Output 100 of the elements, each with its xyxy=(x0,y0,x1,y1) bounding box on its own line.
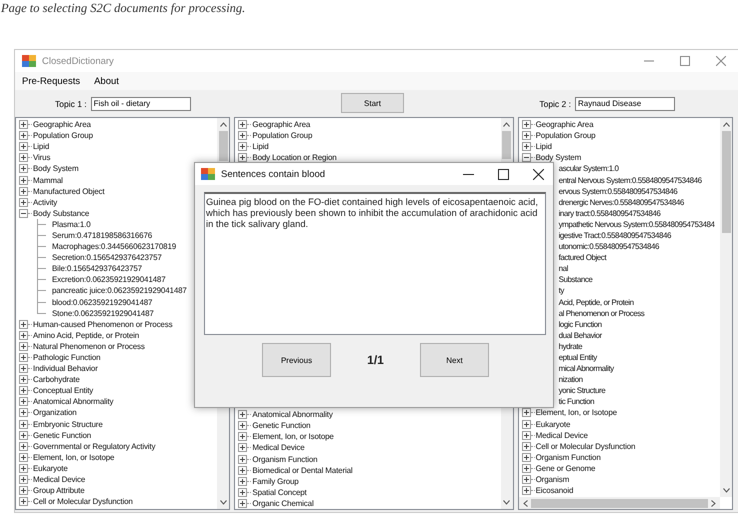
plus-box-icon[interactable] xyxy=(522,486,531,496)
plus-box-icon[interactable] xyxy=(238,454,248,464)
tree-item[interactable]: Medical Device xyxy=(251,442,305,454)
scroll-up-icon[interactable] xyxy=(722,122,730,127)
scroll-down-icon[interactable] xyxy=(503,500,510,505)
plus-box-icon[interactable] xyxy=(19,364,28,374)
tree-item[interactable]: Eicosanoid xyxy=(534,485,574,496)
plus-box-icon[interactable] xyxy=(19,442,28,451)
maximize-icon[interactable] xyxy=(498,168,509,180)
plus-box-icon[interactable] xyxy=(19,142,28,152)
plus-box-icon[interactable] xyxy=(19,330,28,340)
tree-item[interactable]: tic Function xyxy=(558,396,594,408)
tree-item[interactable]: dual Behavior xyxy=(558,330,602,341)
tree-item[interactable]: Group Attribute xyxy=(32,485,85,496)
tree-item[interactable]: Individual Behavior xyxy=(32,363,98,374)
tree-item[interactable]: ascular System:1.0 xyxy=(558,163,619,174)
tree-item[interactable]: Human-caused Phenomenon or Process xyxy=(32,318,172,330)
plus-box-icon[interactable] xyxy=(238,142,248,152)
input-field[interactable]: Raynaud Disease xyxy=(575,96,675,110)
plus-box-icon[interactable] xyxy=(19,131,28,140)
tree-item[interactable]: utonomic:0.5584809547534846 xyxy=(558,241,660,252)
plus-box-icon[interactable] xyxy=(19,386,28,396)
plus-box-icon[interactable] xyxy=(19,408,28,418)
plus-box-icon[interactable] xyxy=(19,464,28,473)
tree-item[interactable]: Element, Ion, or Isotope xyxy=(534,407,617,418)
tree-item[interactable]: Element, Ion, or Isotope xyxy=(251,431,334,442)
tree-item[interactable]: nization xyxy=(558,374,583,386)
tree-item[interactable]: mical Abnormality xyxy=(558,363,614,374)
plus-box-icon[interactable] xyxy=(19,486,28,496)
close-icon[interactable] xyxy=(533,168,544,180)
scroll-down-icon[interactable] xyxy=(220,500,227,505)
plus-box-icon[interactable] xyxy=(238,153,248,162)
tree-item[interactable]: Excretion:0.06235921929041487 xyxy=(51,274,166,286)
plus-box-icon[interactable] xyxy=(238,131,248,140)
scrollbar[interactable] xyxy=(518,497,720,509)
tree-item[interactable]: Amino Acid, Peptide, or Protein xyxy=(32,330,140,341)
tree-item[interactable]: Family Group xyxy=(251,476,299,487)
tree-item[interactable]: Anatomical Abnormality xyxy=(251,409,333,420)
tree-item[interactable]: Organism Function xyxy=(534,452,601,463)
plus-box-icon[interactable] xyxy=(522,452,531,462)
previous-button[interactable]: Previous xyxy=(262,343,331,377)
tree-item[interactable]: Biomedical or Dental Material xyxy=(251,464,353,476)
tree-item[interactable]: Bile:0.1565429376423757 xyxy=(51,263,142,274)
tree-item[interactable]: drenergic Nerves:0.5584809547534846 xyxy=(558,196,684,208)
tree-item[interactable]: Lipid xyxy=(32,141,50,152)
tree-item[interactable]: Geographic Area xyxy=(32,119,91,130)
tree-item[interactable]: Gene or Genome xyxy=(534,462,596,474)
plus-box-icon[interactable] xyxy=(522,475,531,484)
plus-box-icon[interactable] xyxy=(238,120,248,130)
scroll-up-icon[interactable] xyxy=(220,122,227,127)
tree-item[interactable]: igestive Tract:0.5584809547534846 xyxy=(558,230,671,241)
tree-item[interactable]: Body Location or Region xyxy=(251,152,337,164)
plus-box-icon[interactable] xyxy=(19,342,28,351)
plus-box-icon[interactable] xyxy=(19,452,28,462)
tree-item[interactable]: Body System xyxy=(32,163,78,174)
plus-box-icon[interactable] xyxy=(522,464,531,473)
tree-item[interactable]: Body Substance xyxy=(32,208,90,219)
tree-item[interactable]: eptual Entity xyxy=(558,352,597,364)
tree-item[interactable]: Anatomical Abnormality xyxy=(32,396,114,408)
plus-box-icon[interactable] xyxy=(19,420,28,429)
tree-item[interactable]: Population Group xyxy=(251,130,312,142)
tree-item[interactable]: logic Function xyxy=(558,318,602,330)
scrollbar-thumb[interactable] xyxy=(530,498,708,508)
plus-box-icon[interactable] xyxy=(522,420,531,429)
plus-box-icon[interactable] xyxy=(238,488,248,497)
tree-item[interactable]: al Phenomenon or Process xyxy=(558,308,644,319)
tree-item[interactable]: Organic Chemical xyxy=(251,498,314,509)
scrollbar-thumb[interactable] xyxy=(502,131,512,159)
tree-item[interactable]: Substance xyxy=(558,274,592,286)
tree-item[interactable]: Lipid xyxy=(251,141,269,152)
tree-item[interactable]: Population Group xyxy=(534,130,596,142)
plus-box-icon[interactable] xyxy=(238,476,248,486)
tree-item[interactable]: Conceptual Entity xyxy=(32,385,94,396)
plus-box-icon[interactable] xyxy=(238,498,248,508)
plus-box-icon[interactable] xyxy=(19,153,28,162)
tree-item[interactable]: Organization xyxy=(32,407,77,418)
scrollbar-thumb[interactable] xyxy=(722,131,730,233)
plus-box-icon[interactable] xyxy=(19,375,28,384)
tree-item[interactable]: Body System xyxy=(534,152,582,164)
tree-item[interactable]: nal xyxy=(558,263,568,274)
plus-box-icon[interactable] xyxy=(19,475,28,484)
plus-box-icon[interactable] xyxy=(522,131,531,140)
plus-box-icon[interactable] xyxy=(238,432,248,442)
tree-item[interactable]: Population Group xyxy=(32,130,93,142)
plus-box-icon[interactable] xyxy=(19,320,28,329)
tree-item[interactable]: Virus xyxy=(32,152,50,164)
tree-item[interactable]: Element, Ion, or Isotope xyxy=(32,452,114,463)
tree-item[interactable]: Medical Device xyxy=(534,430,588,441)
minus-box-icon[interactable] xyxy=(522,153,531,162)
plus-box-icon[interactable] xyxy=(19,164,28,174)
tree-item[interactable]: Cell or Molecular Dysfunction xyxy=(32,496,133,508)
scrollbar[interactable] xyxy=(720,118,732,497)
menu-item[interactable]: About xyxy=(92,76,121,86)
tree-item[interactable]: Natural Phenomenon or Process xyxy=(32,340,145,352)
tree-item[interactable]: Mammal xyxy=(32,174,63,186)
plus-box-icon[interactable] xyxy=(522,142,531,152)
plus-box-icon[interactable] xyxy=(238,466,248,475)
plus-box-icon[interactable] xyxy=(19,198,28,207)
tree-item[interactable]: Carbohydrate xyxy=(32,374,80,386)
menu-item[interactable]: Pre-Requests xyxy=(20,76,82,86)
